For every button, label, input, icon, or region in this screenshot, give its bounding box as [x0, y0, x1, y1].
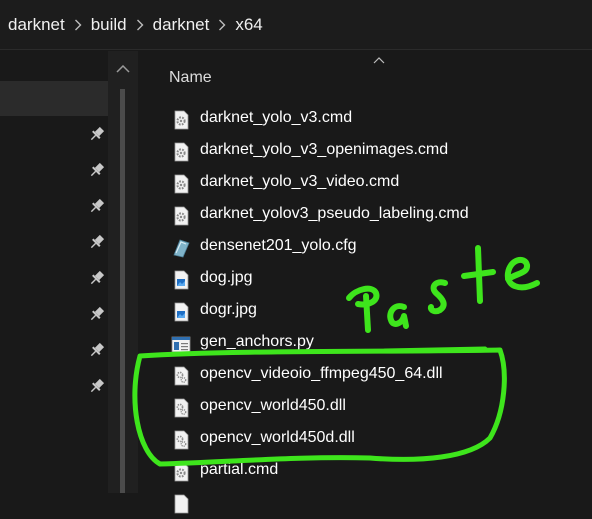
- partial-file-icon: [174, 494, 189, 514]
- breadcrumb-item-build[interactable]: build: [91, 15, 127, 35]
- file-row[interactable]: darknet_yolo_v3.cmd: [138, 103, 592, 135]
- nav-scrollbar[interactable]: [108, 51, 138, 493]
- file-row[interactable]: dog.jpg: [138, 263, 592, 295]
- file-row[interactable]: partial.cmd: [138, 455, 592, 487]
- pin-icon[interactable]: [88, 269, 106, 287]
- file-name: opencv_world450.dll: [200, 397, 346, 414]
- file-row[interactable]: gen_anchors.py: [138, 327, 592, 359]
- gear-file-icon: [174, 174, 189, 194]
- breadcrumb-item-darknet-2[interactable]: darknet: [153, 15, 210, 35]
- pin-icon[interactable]: [88, 233, 106, 251]
- file-name: gen_anchors.py: [200, 333, 314, 350]
- cfg-file-icon: [173, 239, 190, 258]
- navigation-pane: [0, 51, 108, 493]
- pin-icon[interactable]: [88, 377, 106, 395]
- pin-icon[interactable]: [88, 161, 106, 179]
- breadcrumb-item-x64[interactable]: x64: [235, 15, 262, 35]
- file-name: darknet_yolov3_pseudo_labeling.cmd: [200, 205, 469, 222]
- file-row[interactable]: darknet_yolo_v3_video.cmd: [138, 167, 592, 199]
- breadcrumb: darknet build darknet x64: [0, 0, 592, 50]
- sort-ascending-icon: [373, 57, 385, 64]
- file-row[interactable]: opencv_world450.dll: [138, 391, 592, 423]
- dll-file-icon: [174, 398, 189, 418]
- pin-icon[interactable]: [88, 305, 106, 323]
- file-name: opencv_world450d.dll: [200, 429, 355, 446]
- column-header-name[interactable]: Name: [169, 69, 212, 87]
- dll-file-icon: [174, 430, 189, 450]
- file-name: densenet201_yolo.cfg: [200, 237, 357, 254]
- file-name: dogr.jpg: [200, 301, 257, 318]
- breadcrumb-item-darknet[interactable]: darknet: [8, 15, 65, 35]
- dll-file-icon: [174, 366, 189, 386]
- gear-file-icon: [174, 110, 189, 130]
- scroll-up-icon[interactable]: [116, 65, 130, 73]
- nav-scrollbar-thumb[interactable]: [120, 89, 125, 493]
- image-file-icon: [174, 302, 189, 322]
- file-row[interactable]: darknet_yolo_v3_openimages.cmd: [138, 135, 592, 167]
- file-row[interactable]: [138, 487, 592, 519]
- pin-icon[interactable]: [88, 341, 106, 359]
- nav-selected-item[interactable]: [0, 81, 108, 116]
- file-name: dog.jpg: [200, 269, 253, 286]
- column-header-row: Name: [138, 51, 592, 101]
- file-name: partial.cmd: [200, 461, 279, 478]
- pin-icon[interactable]: [88, 125, 106, 143]
- file-name: darknet_yolo_v3_video.cmd: [200, 173, 400, 190]
- pin-icon[interactable]: [88, 197, 106, 215]
- gear-file-icon: [174, 462, 189, 482]
- gear-file-icon: [174, 142, 189, 162]
- chevron-right-icon[interactable]: [127, 15, 153, 35]
- file-row[interactable]: darknet_yolov3_pseudo_labeling.cmd: [138, 199, 592, 231]
- chevron-right-icon[interactable]: [209, 15, 235, 35]
- file-row[interactable]: opencv_videoio_ffmpeg450_64.dll: [138, 359, 592, 391]
- python-file-icon: [171, 336, 191, 353]
- file-name: darknet_yolo_v3_openimages.cmd: [200, 141, 449, 158]
- file-row[interactable]: dogr.jpg: [138, 295, 592, 327]
- gear-file-icon: [174, 206, 189, 226]
- chevron-right-icon[interactable]: [65, 15, 91, 35]
- file-name: darknet_yolo_v3.cmd: [200, 109, 353, 126]
- image-file-icon: [174, 270, 189, 290]
- file-row[interactable]: densenet201_yolo.cfg: [138, 231, 592, 263]
- file-name: opencv_videoio_ffmpeg450_64.dll: [200, 365, 443, 382]
- file-list: Name darknet_yolo_v3.cmd darknet_yolo_v3…: [138, 51, 592, 514]
- file-row[interactable]: opencv_world450d.dll: [138, 423, 592, 455]
